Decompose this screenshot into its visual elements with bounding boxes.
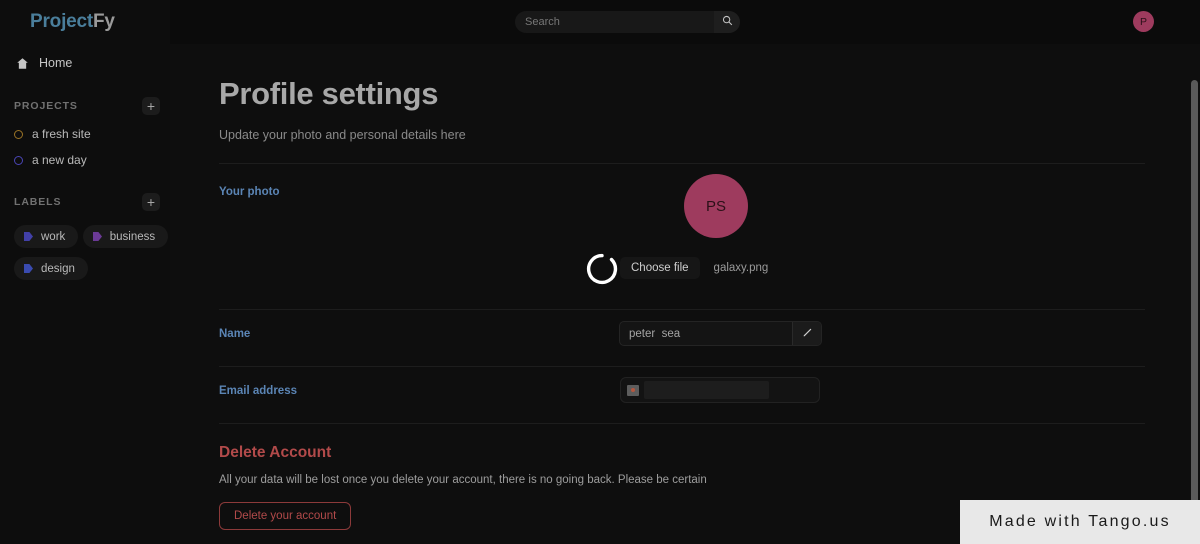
loading-spinner-icon bbox=[585, 252, 619, 286]
sidebar-item-project[interactable]: a new day bbox=[14, 153, 170, 167]
delete-account-title: Delete Account bbox=[219, 444, 1200, 462]
profile-avatar-initials: PS bbox=[706, 198, 726, 215]
choose-file-button[interactable]: Choose file bbox=[620, 257, 700, 279]
email-row: Email address bbox=[170, 367, 1200, 423]
photo-row: Your photo PS Choose file galaxy.png bbox=[170, 164, 1200, 309]
sidebar: ProjectFy Home PROJECTS + a fresh site a… bbox=[0, 0, 170, 544]
labels-section-header: LABELS + bbox=[14, 193, 160, 211]
profile-avatar[interactable]: PS bbox=[684, 174, 748, 238]
name-field bbox=[619, 321, 822, 346]
photo-field-label: Your photo bbox=[219, 186, 279, 198]
avatar-initial: P bbox=[1140, 16, 1147, 28]
label-pill-design[interactable]: design bbox=[14, 257, 88, 280]
tango-watermark-text: Made with Tango.us bbox=[989, 513, 1171, 531]
label-pill-text: work bbox=[41, 231, 65, 243]
app-window: ProjectFy Home PROJECTS + a fresh site a… bbox=[0, 0, 1200, 544]
add-project-button[interactable]: + bbox=[142, 97, 160, 115]
logo-part-primary: Project bbox=[30, 11, 93, 33]
edit-name-button[interactable] bbox=[792, 322, 821, 345]
label-pill-work[interactable]: work bbox=[14, 225, 78, 248]
file-upload-row: Choose file galaxy.png bbox=[620, 257, 768, 279]
user-avatar[interactable]: P bbox=[1133, 11, 1154, 32]
projects-section-header: PROJECTS + bbox=[14, 97, 160, 115]
page-subtitle: Update your photo and personal details h… bbox=[219, 128, 1200, 142]
delete-account-description: All your data will be lost once you dele… bbox=[219, 474, 1200, 486]
pencil-icon bbox=[802, 325, 813, 343]
email-field-label: Email address bbox=[219, 385, 297, 397]
delete-account-button[interactable]: Delete your account bbox=[219, 502, 351, 530]
sidebar-item-home[interactable]: Home bbox=[8, 50, 162, 76]
labels-title: LABELS bbox=[14, 196, 61, 208]
logo-part-secondary: Fy bbox=[93, 11, 115, 33]
project-color-dot bbox=[14, 156, 23, 165]
tag-icon bbox=[93, 232, 102, 241]
label-pill-text: business bbox=[110, 231, 155, 243]
name-row: Name bbox=[170, 310, 1200, 366]
page-title: Profile settings bbox=[219, 76, 1200, 112]
sidebar-item-project[interactable]: a fresh site bbox=[14, 127, 170, 141]
projects-title: PROJECTS bbox=[14, 100, 78, 112]
tag-icon bbox=[24, 264, 33, 273]
search-button[interactable] bbox=[714, 11, 740, 33]
name-input[interactable] bbox=[620, 322, 792, 345]
search-icon bbox=[722, 13, 733, 31]
tango-watermark: Made with Tango.us bbox=[960, 500, 1200, 544]
sidebar-item-label-home: Home bbox=[39, 56, 72, 70]
home-icon bbox=[16, 57, 29, 70]
email-field[interactable] bbox=[620, 377, 820, 403]
add-label-button[interactable]: + bbox=[142, 193, 160, 211]
search-input[interactable] bbox=[515, 11, 714, 33]
project-label: a fresh site bbox=[32, 127, 91, 141]
email-value-redacted bbox=[644, 381, 769, 399]
label-pill-business[interactable]: business bbox=[83, 225, 168, 248]
top-bar: P bbox=[170, 0, 1200, 44]
broken-image-icon bbox=[627, 385, 639, 396]
name-field-label: Name bbox=[219, 328, 250, 340]
project-color-dot bbox=[14, 130, 23, 139]
labels-list: work business design bbox=[0, 225, 170, 289]
vertical-scrollbar[interactable] bbox=[1191, 80, 1198, 544]
main-content: Profile settings Update your photo and p… bbox=[170, 44, 1200, 544]
label-pill-text: design bbox=[41, 263, 75, 275]
search-bar bbox=[515, 11, 740, 33]
app-logo[interactable]: ProjectFy bbox=[0, 0, 170, 44]
selected-file-name: galaxy.png bbox=[714, 262, 769, 274]
project-label: a new day bbox=[32, 153, 87, 167]
tag-icon bbox=[24, 232, 33, 241]
